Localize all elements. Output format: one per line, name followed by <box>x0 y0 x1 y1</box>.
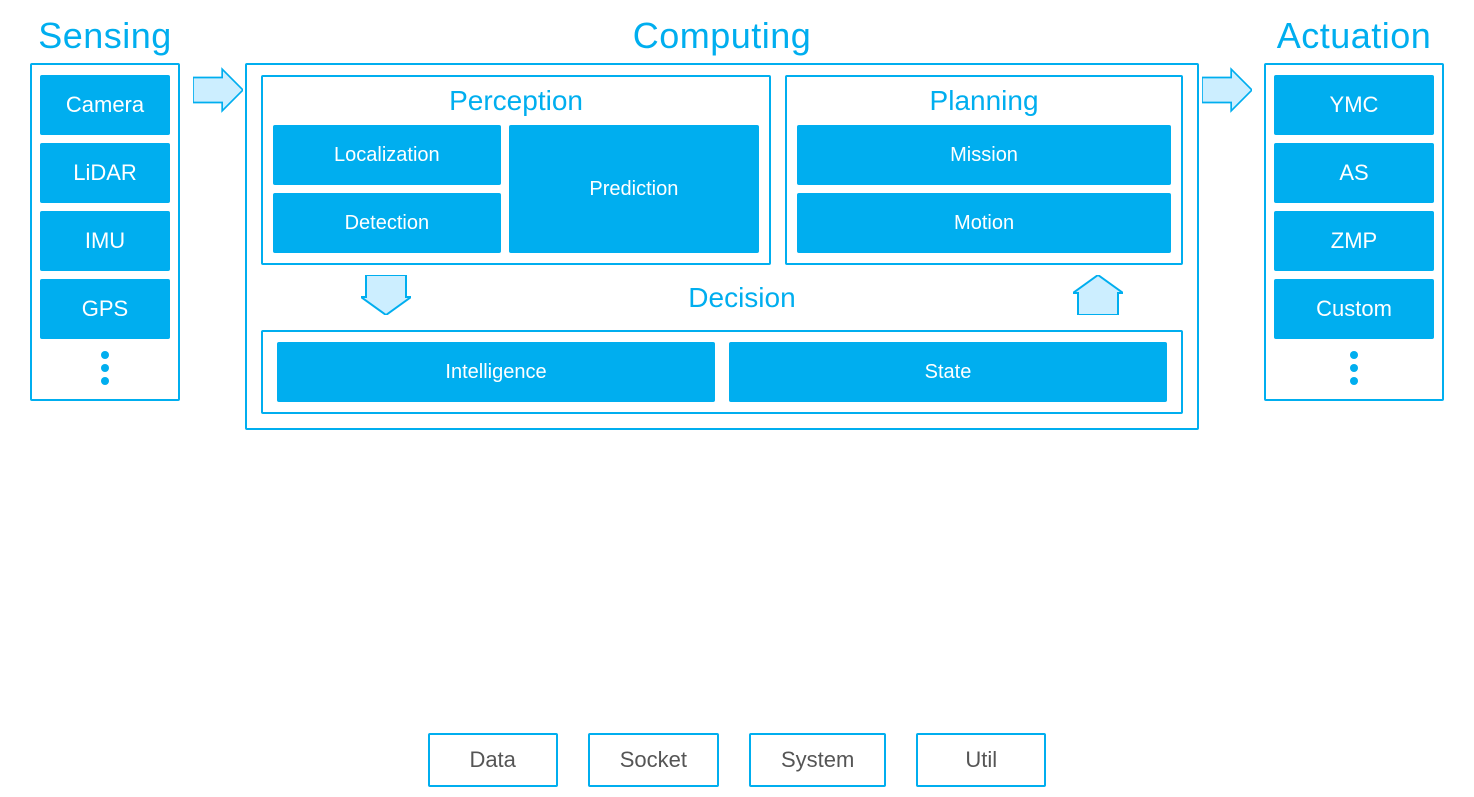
state-btn: State <box>729 342 1167 402</box>
sensing-item-imu: IMU <box>40 211 170 271</box>
arrow-down-perception <box>361 275 411 320</box>
perception-planning-row: Perception Localization Detection Predic… <box>261 75 1183 265</box>
planning-box: Planning Mission Motion <box>785 75 1183 265</box>
decision-box: Intelligence State <box>261 330 1183 414</box>
utilities-row: Data Socket System Util <box>20 733 1454 787</box>
planning-title: Planning <box>797 85 1171 117</box>
motion-btn: Motion <box>797 193 1171 253</box>
top-row: Sensing Camera LiDAR IMU GPS Computing <box>20 15 1454 719</box>
perception-box: Perception Localization Detection Predic… <box>261 75 771 265</box>
actuation-item-as: AS <box>1274 143 1434 203</box>
perception-inner: Localization Detection Prediction <box>273 125 759 253</box>
computing-column: Computing Perception Localization Detect… <box>245 15 1199 430</box>
mission-btn: Mission <box>797 125 1171 185</box>
prediction-btn: Prediction <box>509 125 759 253</box>
sensing-title: Sensing <box>38 15 172 57</box>
sensing-item-lidar: LiDAR <box>40 143 170 203</box>
diagram-wrapper: Sensing Camera LiDAR IMU GPS Computing <box>0 0 1474 797</box>
arrow-up-planning <box>1073 275 1123 320</box>
actuation-title: Actuation <box>1277 15 1432 57</box>
actuation-box: YMC AS ZMP Custom <box>1264 63 1444 401</box>
perception-right: Prediction <box>509 125 759 253</box>
actuation-item-ymc: YMC <box>1274 75 1434 135</box>
actuation-item-zmp: ZMP <box>1274 211 1434 271</box>
dot-5 <box>1350 364 1358 372</box>
planning-inner: Mission Motion <box>797 125 1171 253</box>
computing-title: Computing <box>633 15 812 57</box>
sensing-item-camera: Camera <box>40 75 170 135</box>
detection-btn: Detection <box>273 193 501 253</box>
sensing-item-gps: GPS <box>40 279 170 339</box>
intelligence-btn: Intelligence <box>277 342 715 402</box>
perception-title: Perception <box>273 85 759 117</box>
actuation-dots <box>1350 347 1358 389</box>
arrows-row: Decision <box>261 275 1183 320</box>
sensing-column: Sensing Camera LiDAR IMU GPS <box>20 15 190 401</box>
util-util: Util <box>916 733 1046 787</box>
dot-3 <box>101 377 109 385</box>
decision-title: Decision <box>411 282 1073 314</box>
actuation-item-custom: Custom <box>1274 279 1434 339</box>
localization-btn: Localization <box>273 125 501 185</box>
dot-4 <box>1350 351 1358 359</box>
arrow-sensing-to-computing <box>190 65 245 115</box>
perception-left: Localization Detection <box>273 125 501 253</box>
util-data: Data <box>428 733 558 787</box>
actuation-column: Actuation YMC AS ZMP Custom <box>1254 15 1454 401</box>
util-socket: Socket <box>588 733 719 787</box>
sensing-dots <box>101 347 109 389</box>
dot-1 <box>101 351 109 359</box>
arrow-computing-to-actuation <box>1199 65 1254 115</box>
dot-2 <box>101 364 109 372</box>
util-system: System <box>749 733 886 787</box>
dot-6 <box>1350 377 1358 385</box>
sensing-box: Camera LiDAR IMU GPS <box>30 63 180 401</box>
computing-outer-box: Perception Localization Detection Predic… <box>245 63 1199 430</box>
